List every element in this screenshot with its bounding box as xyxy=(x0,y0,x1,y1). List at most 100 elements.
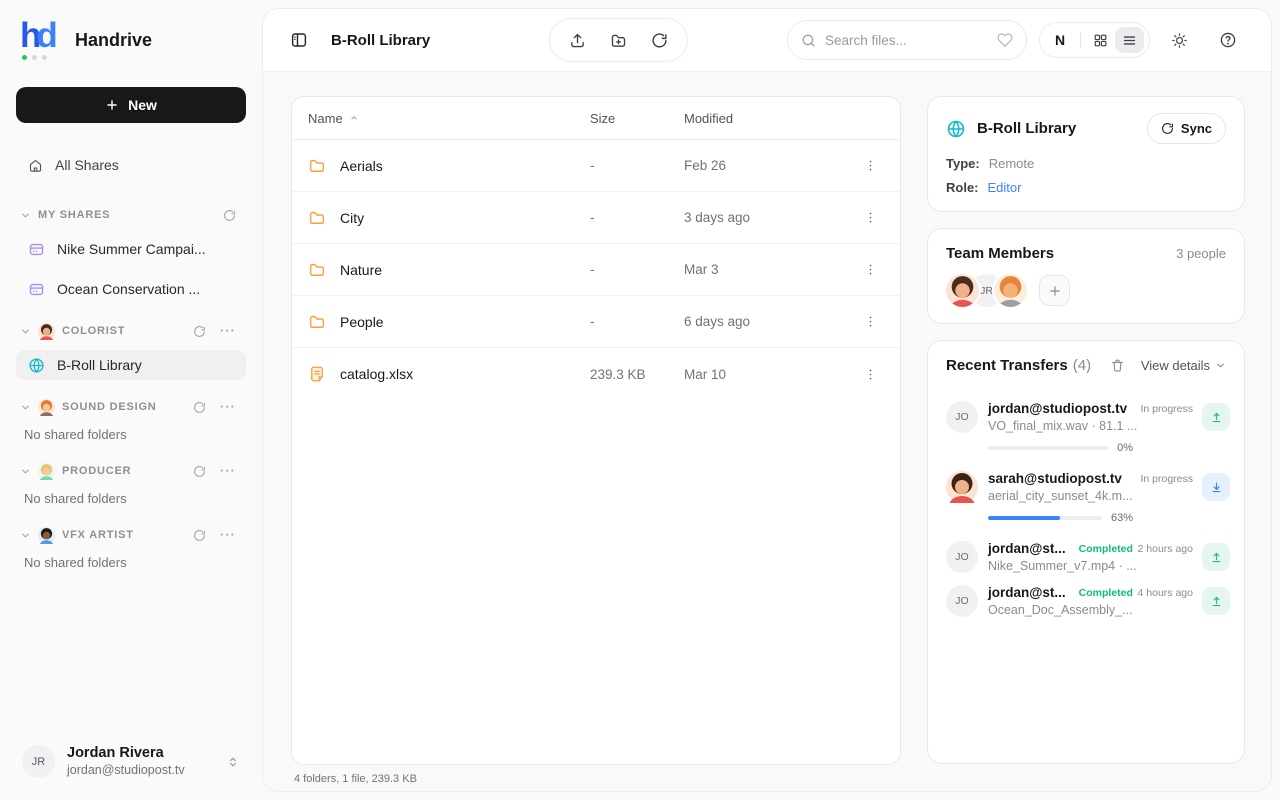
transfer-user: sarah@studiopost.tv xyxy=(988,471,1122,486)
theme-toggle-button[interactable] xyxy=(1171,32,1188,49)
transfer-file: Ocean_Doc_Assembly_... xyxy=(988,603,1193,617)
files-section: Name Size Modified Aerials - Feb 26 xyxy=(291,96,901,791)
refresh-icon[interactable] xyxy=(193,529,206,542)
refresh-icon[interactable] xyxy=(193,465,206,478)
section-vfx-artist[interactable]: VFX ARTIST ··· xyxy=(16,524,246,546)
file-row[interactable]: catalog.xlsx 239.3 KB Mar 10 xyxy=(292,348,900,400)
file-name: City xyxy=(340,210,364,226)
section-my-shares[interactable]: MY SHARES xyxy=(16,204,246,226)
progress-percent: 63% xyxy=(1111,512,1133,524)
transfer-user: jordan@st... xyxy=(988,541,1066,556)
grid-icon xyxy=(1093,33,1108,48)
transfer-item[interactable]: JO jordan@st... Completed 4 hours ago Oc… xyxy=(946,585,1230,617)
transfer-item[interactable]: sarah@studiopost.tv In progress aerial_c… xyxy=(946,471,1230,524)
file-size: - xyxy=(590,262,684,277)
chevron-down-icon xyxy=(20,326,31,337)
file-row[interactable]: Nature - Mar 3 xyxy=(292,244,900,296)
file-row[interactable]: People - 6 days ago xyxy=(292,296,900,348)
section-sound-design[interactable]: SOUND DESIGN ··· xyxy=(16,396,246,418)
handrive-logo-icon: hd xyxy=(20,20,66,60)
section-label: SOUND DESIGN xyxy=(62,401,157,413)
sidebar-item-share[interactable]: Ocean Conservation ... xyxy=(16,274,246,304)
user-menu[interactable]: JR Jordan Rivera jordan@studiopost.tv xyxy=(16,745,246,778)
more-icon[interactable]: ··· xyxy=(220,402,236,412)
section-colorist[interactable]: COLORIST ··· xyxy=(16,320,246,342)
member-avatar[interactable] xyxy=(994,274,1027,307)
profile-letter-button[interactable]: N xyxy=(1045,32,1075,48)
row-menu-icon[interactable] xyxy=(863,314,878,329)
help-icon xyxy=(1219,31,1237,49)
upload-transfer-button[interactable] xyxy=(1202,543,1230,571)
transfer-avatar: JO xyxy=(946,585,978,617)
column-label: Name xyxy=(308,111,343,126)
column-modified[interactable]: Modified xyxy=(684,111,856,126)
section-producer[interactable]: PRODUCER ··· xyxy=(16,460,246,482)
transfers-title: Recent Transfers xyxy=(946,357,1068,374)
transfer-file: VO_final_mix.wav · 81.1 ... xyxy=(988,419,1193,433)
search-input[interactable] xyxy=(825,33,988,48)
section-label: VFX ARTIST xyxy=(62,529,134,541)
role-value[interactable]: Editor xyxy=(988,180,1022,195)
sidebar-item-all-shares[interactable]: All Shares xyxy=(16,154,246,176)
heart-icon[interactable] xyxy=(997,32,1013,48)
row-menu-icon[interactable] xyxy=(863,262,878,277)
section-label: PRODUCER xyxy=(62,465,131,477)
upload-arrow-icon xyxy=(1210,595,1223,608)
list-view-button[interactable] xyxy=(1115,27,1144,53)
new-button-label: New xyxy=(128,97,157,113)
new-folder-button[interactable] xyxy=(610,32,627,49)
row-menu-icon[interactable] xyxy=(863,158,878,173)
new-button[interactable]: New xyxy=(16,87,246,123)
transfer-item[interactable]: JO jordan@studiopost.tv In progress VO_f… xyxy=(946,401,1230,454)
chevron-down-icon xyxy=(20,466,31,477)
globe-icon xyxy=(28,357,45,374)
main-panel: B-Roll Library N xyxy=(262,8,1272,792)
type-value: Remote xyxy=(989,156,1035,171)
file-row[interactable]: Aerials - Feb 26 xyxy=(292,140,900,192)
help-button[interactable] xyxy=(1219,31,1237,49)
more-icon[interactable]: ··· xyxy=(220,466,236,476)
upload-button[interactable] xyxy=(569,32,586,49)
grid-view-button[interactable] xyxy=(1086,27,1115,53)
refresh-icon[interactable] xyxy=(193,325,206,338)
view-details-button[interactable]: View details xyxy=(1141,358,1226,373)
library-title: B-Roll Library xyxy=(977,120,1076,137)
file-name: Aerials xyxy=(340,158,383,174)
file-row[interactable]: City - 3 days ago xyxy=(292,192,900,244)
file-name: Nature xyxy=(340,262,382,278)
member-avatar[interactable] xyxy=(946,274,979,307)
upload-transfer-button[interactable] xyxy=(1202,587,1230,615)
colorist-avatar xyxy=(38,323,55,340)
more-icon[interactable]: ··· xyxy=(220,530,236,540)
refresh-icon[interactable] xyxy=(223,209,236,222)
sidebar-item-broll-library[interactable]: B-Roll Library xyxy=(16,350,246,380)
view-switcher: N xyxy=(1039,22,1150,58)
upload-transfer-button[interactable] xyxy=(1202,403,1230,431)
plus-icon xyxy=(105,98,119,112)
transfer-item[interactable]: JO jordan@st... Completed 2 hours ago Ni… xyxy=(946,541,1230,573)
refresh-icon[interactable] xyxy=(193,401,206,414)
file-modified: Mar 3 xyxy=(684,262,856,277)
file-modified: Mar 10 xyxy=(684,367,856,382)
add-member-button[interactable] xyxy=(1039,275,1070,306)
transfers-count: (4) xyxy=(1073,357,1091,374)
column-size[interactable]: Size xyxy=(590,111,684,126)
column-name[interactable]: Name xyxy=(308,111,590,126)
row-menu-icon[interactable] xyxy=(863,210,878,225)
file-modified: 3 days ago xyxy=(684,210,856,225)
sidebar-toggle-button[interactable] xyxy=(290,31,308,49)
folder-icon xyxy=(308,209,326,227)
more-icon[interactable]: ··· xyxy=(220,326,236,336)
chevrons-up-down-icon xyxy=(226,755,240,769)
file-name: People xyxy=(340,314,384,330)
row-menu-icon[interactable] xyxy=(863,367,878,382)
download-transfer-button[interactable] xyxy=(1202,473,1230,501)
sync-button[interactable]: Sync xyxy=(1147,113,1226,144)
divider xyxy=(1080,32,1081,48)
sidebar-item-share[interactable]: Nike Summer Campai... xyxy=(16,234,246,264)
trash-icon[interactable] xyxy=(1110,358,1125,373)
refresh-button[interactable] xyxy=(651,32,668,49)
drive-icon xyxy=(28,241,45,258)
list-icon xyxy=(1122,33,1137,48)
team-count: 3 people xyxy=(1176,246,1226,261)
